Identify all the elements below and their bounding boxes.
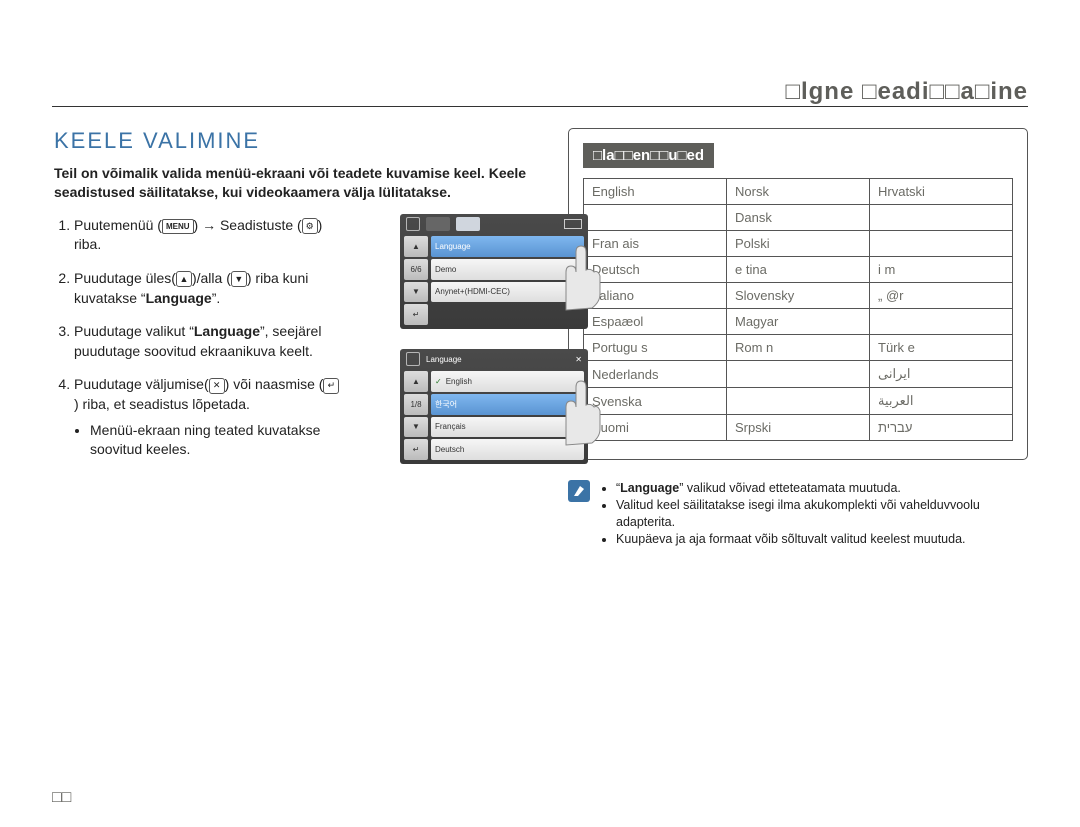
language-table: EnglishNorskHrvatskiDanskFran aisPolskiD… bbox=[583, 178, 1013, 441]
language-cell: Srpski bbox=[727, 415, 870, 441]
list-item: Français bbox=[431, 417, 584, 438]
step-2-text-a: Puudutage üles( bbox=[74, 270, 176, 286]
gear-icon bbox=[406, 352, 420, 366]
list-item: Language bbox=[431, 236, 584, 257]
language-cell: Slovensky bbox=[727, 283, 870, 309]
note-item: “Language” valikud võivad etteteatamata … bbox=[616, 480, 1028, 497]
list-item: 한국어 bbox=[431, 394, 584, 415]
step-4: Puudutage väljumise(✕) või naasmise (↵ ) … bbox=[74, 375, 344, 459]
language-cell: Suomi bbox=[584, 415, 727, 441]
language-cell: Norsk bbox=[727, 179, 870, 205]
language-cell: ایرانی bbox=[870, 361, 1013, 388]
back-icon: ↵ bbox=[404, 304, 428, 325]
language-cell: i m bbox=[870, 257, 1013, 283]
section-title: KEELE VALIMINE bbox=[54, 128, 540, 154]
language-cell: Nederlands bbox=[584, 361, 727, 388]
step-3-lang: Language bbox=[194, 323, 260, 339]
manual-page: □lgne □eadi□□a□ine KEELE VALIMINE Teil o… bbox=[0, 0, 1080, 827]
list-item: Anynet+(HDMI-CEC)✓ bbox=[431, 282, 584, 303]
step-1-text-b: ) → Seadistuste ( bbox=[194, 217, 302, 233]
step-4-text-b: ) või naasmise ( bbox=[225, 376, 324, 392]
language-cell: e tina bbox=[727, 257, 870, 283]
language-cell: עברית bbox=[870, 415, 1013, 441]
page-number: □□ bbox=[52, 789, 71, 807]
step-3: Puudutage valikut “Language”, seejärel p… bbox=[74, 322, 344, 361]
list-item: Deutsch bbox=[431, 439, 584, 460]
language-cell: Magyar bbox=[727, 309, 870, 335]
intro-text: Teil on võimalik valida menüü-ekraani võ… bbox=[54, 164, 540, 202]
scroll-down-icon: ▼ bbox=[404, 282, 428, 303]
battery-icon bbox=[564, 219, 582, 229]
list-item: ✓English bbox=[431, 371, 584, 392]
language-cell: Svenska bbox=[584, 388, 727, 415]
step-4-bullet: Menüü-ekraan ning teated kuvatakse soovi… bbox=[90, 421, 344, 460]
language-cell: Rom n bbox=[727, 335, 870, 361]
language-cell bbox=[727, 361, 870, 388]
ui-screenshot-1: ▲ 6/6 ▼ ↵ Language Demo▢ Anynet+(HDMI-CE… bbox=[400, 214, 588, 329]
step-2-text-b: )/alla ( bbox=[192, 270, 231, 286]
language-cell bbox=[584, 205, 727, 231]
close-icon: ✕ bbox=[209, 378, 225, 394]
scroll-up-icon: ▲ bbox=[404, 371, 428, 392]
language-cell: العربية bbox=[870, 388, 1013, 415]
step-4-text-c: ) riba, et seadistus lõpetada. bbox=[74, 396, 250, 412]
screen-title: Language bbox=[426, 355, 462, 364]
page-indicator: 6/6 bbox=[404, 259, 428, 280]
menu-icon: MENU bbox=[162, 219, 194, 234]
content-columns: KEELE VALIMINE Teil on võimalik valida m… bbox=[54, 128, 1028, 548]
right-column: □la□□en□□u□ed EnglishNorskHrvatskiDanskF… bbox=[568, 128, 1028, 548]
gear-icon bbox=[406, 217, 420, 231]
language-cell bbox=[870, 231, 1013, 257]
page-indicator: 1/8 bbox=[404, 394, 428, 415]
close-icon: ✕ bbox=[575, 355, 582, 364]
ui-screenshot-2: Language ✕ ▲ 1/8 ▼ ↵ ✓English 한국어 bbox=[400, 349, 588, 464]
language-cell bbox=[870, 309, 1013, 335]
down-icon: ▼ bbox=[231, 271, 247, 287]
note-item: Valitud keel säilitatakse isegi ilma aku… bbox=[616, 497, 1028, 531]
horizontal-rule bbox=[52, 106, 1028, 107]
up-icon: ▲ bbox=[176, 271, 192, 287]
gear-icon: ⚙ bbox=[302, 218, 318, 234]
language-cell: Portugu s bbox=[584, 335, 727, 361]
step-2-text-d: ”. bbox=[212, 290, 221, 306]
language-cell: English bbox=[584, 179, 727, 205]
step-1: Puutemenüü (MENU) → Seadistuste (⚙) riba… bbox=[74, 216, 344, 255]
back-icon: ↵ bbox=[404, 439, 428, 460]
left-column: KEELE VALIMINE Teil on võimalik valida m… bbox=[54, 128, 540, 548]
scroll-down-icon: ▼ bbox=[404, 417, 428, 438]
tab-slot-active bbox=[456, 217, 480, 231]
language-cell bbox=[727, 388, 870, 415]
mini-screens: ▲ 6/6 ▼ ↵ Language Demo▢ Anynet+(HDMI-CE… bbox=[400, 214, 588, 484]
language-options-box: □la□□en□□u□ed EnglishNorskHrvatskiDanskF… bbox=[568, 128, 1028, 460]
step-1-text-a: Puutemenüü ( bbox=[74, 217, 162, 233]
language-cell: Italiano bbox=[584, 283, 727, 309]
intro-line-1: Teil on võimalik valida menüü-ekraani võ… bbox=[54, 165, 485, 181]
language-cell: Espaæol bbox=[584, 309, 727, 335]
running-head: □lgne □eadi□□a□ine bbox=[785, 78, 1028, 106]
list-item: Demo▢ bbox=[431, 259, 584, 280]
language-cell: Türk e bbox=[870, 335, 1013, 361]
language-cell: „ @r bbox=[870, 283, 1013, 309]
back-icon: ↵ bbox=[323, 378, 339, 394]
step-4-text-a: Puudutage väljumise( bbox=[74, 376, 209, 392]
language-cell: Hrvatski bbox=[870, 179, 1013, 205]
language-cell: Deutsch bbox=[584, 257, 727, 283]
step-2-lang: Language bbox=[146, 290, 212, 306]
step-2: Puudutage üles(▲)/alla (▼) riba kuni kuv… bbox=[74, 269, 344, 308]
notes-block: “Language” valikud võivad etteteatamata … bbox=[568, 480, 1028, 548]
tab-slot bbox=[426, 217, 450, 231]
scroll-up-icon: ▲ bbox=[404, 236, 428, 257]
language-cell: Fran ais bbox=[584, 231, 727, 257]
language-cell: Polski bbox=[727, 231, 870, 257]
step-3-text-a: Puudutage valikut “ bbox=[74, 323, 194, 339]
language-cell: Dansk bbox=[727, 205, 870, 231]
box-title: □la□□en□□u□ed bbox=[583, 143, 714, 168]
language-cell bbox=[870, 205, 1013, 231]
notes-list: “Language” valikud võivad etteteatamata … bbox=[600, 480, 1028, 548]
note-item: Kuupäeva ja aja formaat võib sõltuvalt v… bbox=[616, 531, 1028, 548]
